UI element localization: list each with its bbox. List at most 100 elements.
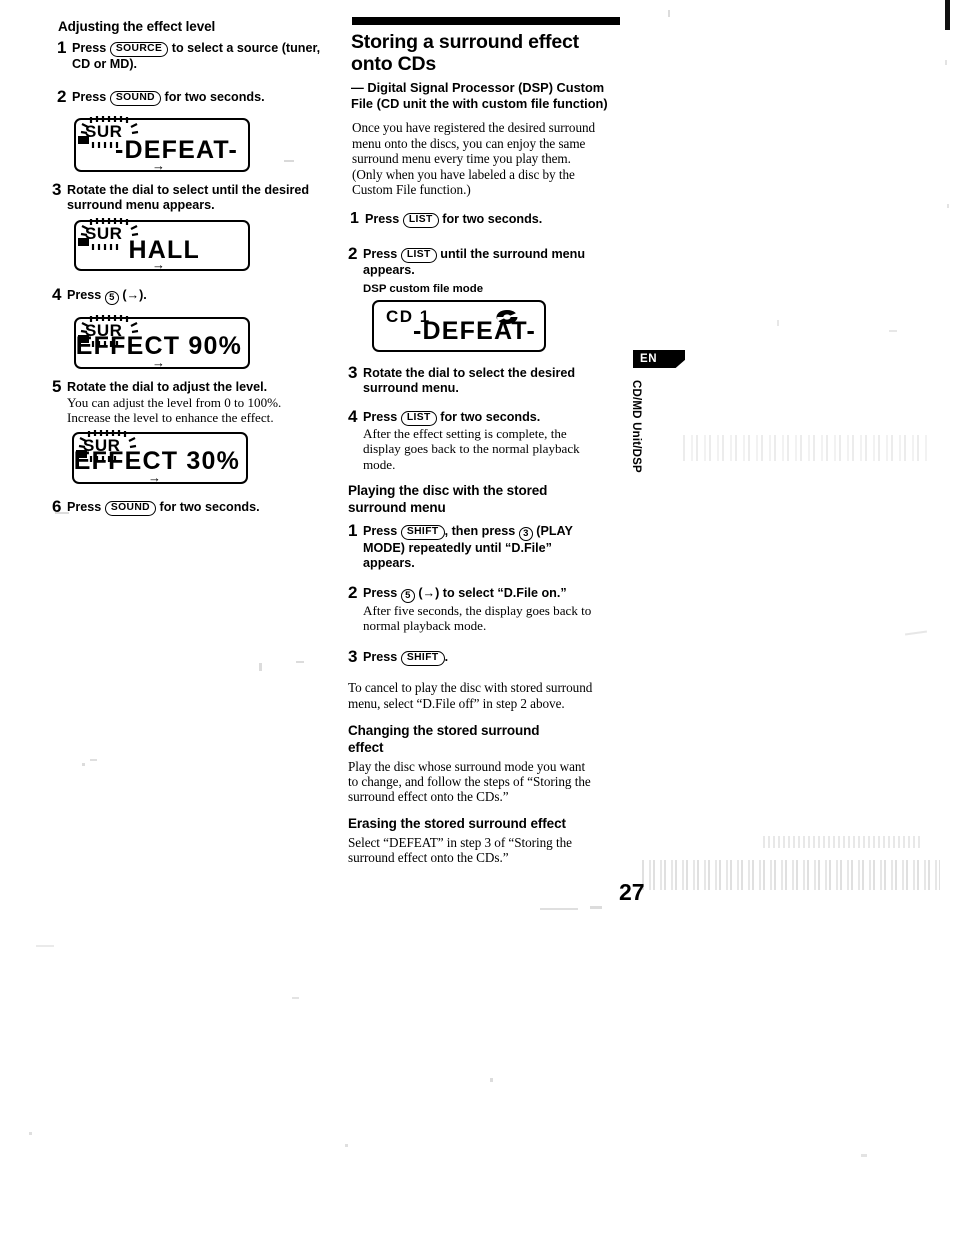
intro-line: Custom File function.) xyxy=(352,182,471,198)
intro-line: menu onto the discs, you can enjoy the s… xyxy=(352,135,586,151)
step-item: 4 Press 5 (→). xyxy=(52,286,342,305)
scan-noise xyxy=(292,997,299,999)
shift-button-glyph[interactable]: SHIFT xyxy=(400,525,445,540)
step-subtext: Increase the level to enhance the effect… xyxy=(67,410,274,425)
lcd-display-effect-90: SUR EFFECT 90% → xyxy=(74,315,250,369)
sidebar-vertical-label: CD/MD Unit/DSP xyxy=(630,380,642,473)
scan-noise xyxy=(777,320,779,326)
section-heading-changing-line1: Changing the stored surround xyxy=(348,723,540,738)
step-text-post: to select a source (tuner, xyxy=(171,41,321,55)
step-text-pre: Press xyxy=(67,500,102,514)
left-column-heading: Adjusting the effect level xyxy=(58,19,216,34)
step-item: 6 Press SOUND for two seconds. xyxy=(52,497,342,516)
numeric-button-5-glyph[interactable]: 5 xyxy=(104,291,119,305)
step-text-post2: surround menu appears. xyxy=(67,197,215,212)
scan-noise xyxy=(259,663,262,671)
step-text-post: Rotate the dial to adjust the level. xyxy=(67,380,268,394)
step-number: 6 xyxy=(52,497,62,516)
step-item: 4 Press LIST for two seconds. After the … xyxy=(348,408,628,472)
scan-noise xyxy=(296,661,304,663)
intro-line: Once you have registered the desired sur… xyxy=(352,120,596,135)
step-item: 1 Press LIST for two seconds. xyxy=(350,210,630,228)
step-item: 3 Rotate the dial to select until the de… xyxy=(52,180,342,212)
step-number: 2 xyxy=(57,87,67,106)
step-item: 3 Press SHIFT. xyxy=(348,647,628,666)
step-text-post: for two seconds. xyxy=(440,410,541,424)
intro-line: surround menu every time you play them. xyxy=(352,151,571,167)
step-text-post: for two seconds. xyxy=(164,90,265,104)
scan-noise xyxy=(861,1154,867,1157)
step-number: 5 xyxy=(52,377,62,396)
section-rule xyxy=(352,17,620,25)
section4-body-line1: Select “DEFEAT” in step 3 of “Storing th… xyxy=(348,835,572,850)
step-number: 1 xyxy=(350,210,359,227)
scan-noise xyxy=(668,10,670,17)
page-subtitle-line1: — Digital Signal Processor (DSP) Custom xyxy=(351,80,605,95)
scan-noise xyxy=(90,759,97,761)
page-title-line2: onto CDs xyxy=(351,53,437,75)
lcd-display-hall: SUR HALL → xyxy=(74,218,250,272)
step-text-pre: Press xyxy=(72,41,107,55)
scan-noise xyxy=(945,60,947,65)
page-title-line1: Storing a surround effect xyxy=(351,31,579,53)
section-heading-playing-line1: Playing the disc with the stored xyxy=(348,483,548,498)
step-subtext: display goes back to the normal playback xyxy=(363,441,580,457)
step-item: 2 Press LIST until the surround menu app… xyxy=(348,245,628,296)
section-heading-changing-line2: effect xyxy=(348,740,384,755)
step-text-post2: appears. xyxy=(363,263,415,277)
section3-body-line1: Play the disc whose surround mode you wa… xyxy=(348,759,586,774)
step-number: 1 xyxy=(57,38,67,57)
step-text-pre: Press xyxy=(363,410,398,424)
step-item: 2 Press 5 (→) to select “D.File on.” Aft… xyxy=(348,583,638,634)
surround-indicator-label: SUR xyxy=(85,224,123,243)
step-text-post2: (PLAY xyxy=(536,524,573,538)
step-text-post: Rotate the dial to select until the desi… xyxy=(67,183,310,197)
step-text-post: . xyxy=(444,650,449,664)
list-button-glyph[interactable]: LIST xyxy=(400,248,437,263)
step-text-post: for two seconds. xyxy=(442,212,543,226)
sound-button-glyph[interactable]: SOUND xyxy=(104,501,157,516)
step-number: 3 xyxy=(52,180,62,199)
numeric-button-5-glyph[interactable]: 5 xyxy=(400,589,415,603)
step-number: 3 xyxy=(348,647,358,666)
step-text-pre: Press xyxy=(72,90,107,104)
source-button-glyph[interactable]: SOURCE xyxy=(109,42,169,57)
step-text-post2: surround menu. xyxy=(363,380,459,395)
step-item: 5 Rotate the dial to adjust the level. Y… xyxy=(52,377,342,425)
scan-noise xyxy=(904,630,928,636)
scan-noise xyxy=(284,160,294,162)
scan-noise xyxy=(680,435,930,461)
shift-button-glyph[interactable]: SHIFT xyxy=(400,651,445,666)
step-text-post: Rotate the dial to select the desired xyxy=(363,366,576,380)
scan-noise xyxy=(82,763,85,766)
lcd-main-text: -DEFEAT- xyxy=(412,317,536,345)
numeric-button-3-glyph[interactable]: 3 xyxy=(518,527,533,541)
list-button-glyph[interactable]: LIST xyxy=(400,411,437,426)
scan-noise xyxy=(36,945,54,947)
scan-noise xyxy=(29,1132,32,1135)
scan-noise xyxy=(947,204,949,208)
sound-button-glyph[interactable]: SOUND xyxy=(109,91,162,106)
step-item: 2 Press SOUND for two seconds. xyxy=(57,87,337,106)
list-button-glyph[interactable]: LIST xyxy=(402,213,439,228)
scan-noise xyxy=(889,330,897,332)
step-text-pre: Press xyxy=(363,650,398,664)
language-badge: EN xyxy=(633,350,685,368)
lcd-arrow-icon: → xyxy=(152,257,165,272)
step-text-pre: Press xyxy=(365,212,400,226)
step-text-post: (→). xyxy=(122,288,147,302)
step-number: 2 xyxy=(348,583,358,602)
lcd-display-cd1-defeat: CD 1 -DEFEAT- xyxy=(372,300,546,352)
step-text-post: for two seconds. xyxy=(159,500,260,514)
cancel-note-line1: To cancel to play the disc with stored s… xyxy=(348,680,593,695)
page-number: 27 xyxy=(619,879,645,905)
cancel-note-line2: menu, select “D.File off” in step 2 abov… xyxy=(348,696,565,711)
step-number: 3 xyxy=(348,363,358,382)
section-heading-erasing: Erasing the stored surround effect xyxy=(348,816,566,831)
step-caption: DSP custom file mode xyxy=(363,282,484,295)
scan-noise xyxy=(345,1144,348,1147)
scan-noise xyxy=(590,906,602,909)
step-text-post2: CD or MD). xyxy=(72,57,138,71)
scan-noise xyxy=(640,860,940,890)
step-item: 3 Rotate the dial to select the desired … xyxy=(348,363,628,395)
